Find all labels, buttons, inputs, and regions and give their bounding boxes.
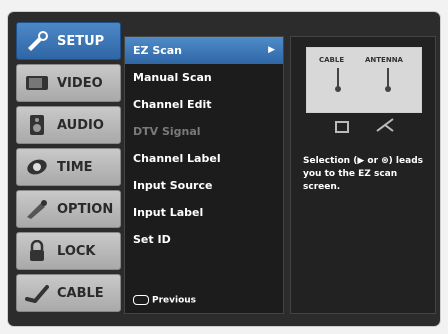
menu-item-channel-label[interactable]: Channel Label (125, 145, 283, 172)
antenna-label: ANTENNA (365, 56, 403, 64)
menu-item-channel-edit[interactable]: Channel Edit (125, 91, 283, 118)
menu-item-label: Manual Scan (133, 71, 212, 84)
setup-submenu: EZ Scan ▶ Manual Scan Channel Edit DTV S… (124, 36, 284, 314)
sidebar-item-cable[interactable]: CABLE (16, 274, 121, 312)
antenna-line (387, 68, 389, 88)
sidebar-item-lock[interactable]: LOCK (16, 232, 121, 270)
menu-item-manual-scan[interactable]: Manual Scan (125, 64, 283, 91)
menu-item-ez-scan[interactable]: EZ Scan ▶ (125, 37, 283, 64)
sidebar-item-label: LOCK (57, 243, 96, 259)
sidebar-item-setup[interactable]: SETUP (16, 22, 121, 60)
sidebar-item-time[interactable]: TIME (16, 148, 121, 186)
menu-item-dtv-signal: DTV Signal (125, 118, 283, 145)
sidebar-item-label: CABLE (57, 285, 104, 301)
antenna-icon (375, 117, 395, 137)
previous-hint: Previous (133, 294, 197, 305)
sidebar-item-audio[interactable]: AUDIO (16, 106, 121, 144)
menu-item-label: EZ Scan (133, 44, 183, 57)
menu-item-label: Set ID (133, 233, 171, 246)
sidebar-item-option[interactable]: OPTION (16, 190, 121, 228)
sidebar-item-video[interactable]: VIDEO (16, 64, 121, 102)
cable-plug-icon (335, 121, 349, 133)
sidebar-item-label: OPTION (57, 201, 114, 217)
option-icon (23, 197, 51, 221)
cable-label: CABLE (319, 56, 345, 64)
sidebar-item-label: TIME (57, 159, 93, 175)
menu-item-set-id[interactable]: Set ID (125, 226, 283, 253)
sidebar: SETUP VIDEO AUDIO TIME OPTION LOCK CABLE (16, 22, 121, 312)
sidebar-item-label: VIDEO (57, 75, 103, 91)
antenna-port-icon (385, 86, 391, 92)
remote-button-icon (133, 294, 149, 305)
cable-line (337, 68, 339, 88)
sidebar-item-label: AUDIO (57, 117, 104, 133)
menu-item-input-label[interactable]: Input Label (125, 199, 283, 226)
osd-menu: SETUP VIDEO AUDIO TIME OPTION LOCK CABLE… (8, 12, 440, 326)
menu-item-label: Input Source (133, 179, 213, 192)
info-pane: CABLE ANTENNA Selection (▶ or ⊛) leads y… (290, 36, 436, 314)
video-icon (23, 71, 51, 95)
setup-icon (23, 29, 51, 53)
time-icon (23, 155, 51, 179)
cable-port-icon (335, 86, 341, 92)
sidebar-item-label: SETUP (57, 33, 105, 49)
cable-icon (23, 281, 51, 305)
menu-item-label: DTV Signal (133, 125, 201, 138)
connection-diagram: CABLE ANTENNA (306, 47, 422, 113)
menu-item-label: Channel Edit (133, 98, 212, 111)
menu-item-label: Input Label (133, 206, 204, 219)
menu-item-label: Channel Label (133, 152, 221, 165)
audio-icon (23, 113, 51, 137)
menu-item-input-source[interactable]: Input Source (125, 172, 283, 199)
help-text: Selection (▶ or ⊛) leads you to the EZ s… (303, 156, 423, 192)
previous-label: Previous (152, 295, 197, 305)
lock-icon (23, 239, 51, 263)
arrow-right-icon: ▶ (268, 45, 275, 55)
